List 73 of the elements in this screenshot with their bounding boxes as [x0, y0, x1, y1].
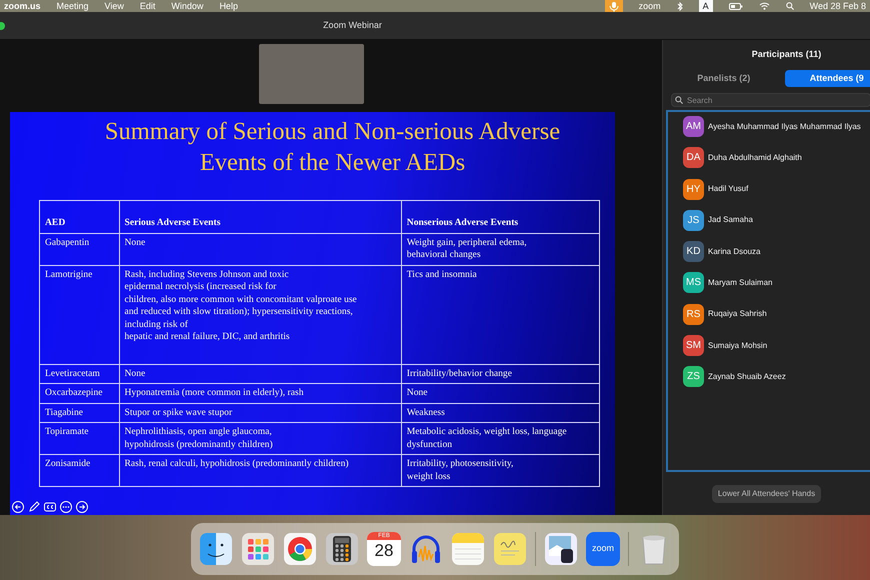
pen-icon[interactable]	[28, 501, 40, 513]
search-field[interactable]: Search	[671, 93, 870, 107]
avatar: DA	[683, 147, 704, 168]
avatar: MS	[683, 272, 704, 294]
status-label[interactable]: zoom	[638, 0, 661, 12]
table-cell: Zonisamide	[40, 454, 119, 486]
zoom-app[interactable]: zoom	[586, 532, 620, 566]
avatar: KD	[683, 241, 704, 262]
table-cell: Irritability/behavior change	[401, 364, 600, 384]
table-cell: Nephrolithiasis, open angle glaucoma, hypohidrosis (predominantly children)	[119, 422, 402, 454]
table-cell: Gabapentin	[40, 233, 119, 265]
battery-icon[interactable]	[728, 2, 743, 10]
calculator-icon[interactable]	[325, 532, 359, 566]
table-cell: Rash, including Stevens Johnson and toxic epidermal necrolysis (increased risk for children, also more common with concomitant valproate use and reduced with slow titration); hypersensitivity reactions, including risk of hepatic and renal failure, DIC, and arthritis	[119, 265, 402, 364]
table-cell: Irritability, photosensitivity, weight loss	[401, 454, 600, 486]
avatar: RS	[683, 304, 704, 325]
tab[interactable]: Attendees (9	[784, 70, 870, 87]
menu-item[interactable]: Window	[171, 0, 204, 12]
table-cell: Tics and insomnia	[401, 265, 600, 364]
menu-item[interactable]: Meeting	[56, 0, 89, 12]
attendee-name: Ayesha Muhammad Ilyas Muhammad Ilyas	[708, 120, 861, 132]
column-header: Serious Adverse Events	[119, 200, 402, 233]
column-header: Nonserious Adverse Events	[401, 200, 600, 233]
app-menu[interactable]: zoom.us	[4, 0, 41, 12]
preview-icon[interactable]	[544, 532, 578, 566]
table-cell: Rash, renal calculi, hypohidrosis (predominantly children)	[119, 454, 402, 486]
browser-icon[interactable]	[283, 532, 317, 566]
table-cell: Hyponatremia (more common in elderly), rash	[119, 384, 402, 403]
table-cell: Topiramate	[40, 422, 119, 454]
table-cell: None	[119, 233, 402, 265]
attendee-name: Karina Dsouza	[708, 246, 760, 258]
table-cell: Levetiracetam	[40, 364, 119, 384]
attendee-name: Hadil Yusuf	[708, 183, 748, 196]
bluetooth-icon[interactable]	[676, 2, 683, 10]
avatar: ZS	[683, 366, 704, 388]
table-cell: Metabolic acidosis, weight loss, language dysfunction	[401, 422, 600, 454]
tab[interactable]: Panelists (2)	[691, 70, 756, 87]
avatar: SM	[683, 335, 704, 356]
finder-icon[interactable]	[199, 532, 233, 566]
menu-item[interactable]: Edit	[140, 0, 156, 12]
search-icon[interactable]	[786, 2, 794, 10]
more-icon[interactable]	[60, 501, 72, 513]
table-cell: None	[401, 384, 600, 403]
table-cell: Stupor or spike wave stupor	[119, 403, 402, 422]
wifi-icon[interactable]	[758, 2, 770, 10]
search-icon	[675, 96, 683, 104]
attendee-name: Ruqaiya Sahrish	[708, 308, 767, 320]
captions-icon[interactable]	[44, 501, 56, 513]
attendee-name: Sumaiya Mohsin	[708, 340, 768, 352]
menu-bar-clock[interactable]: Wed 28 Feb 8	[810, 0, 866, 12]
window-title: Zoom Webinar	[322, 18, 383, 32]
menu-item[interactable]: View	[104, 0, 124, 12]
lower-hands-button[interactable]: Lower All Attendees' Hands	[712, 485, 822, 503]
attendee-name: Zaynab Shuaib Azeez	[708, 370, 786, 383]
microphone-icon[interactable]	[604, 0, 623, 12]
avatar: JS	[683, 210, 704, 231]
table-cell: None	[119, 364, 402, 384]
app-grid-icon[interactable]	[241, 532, 275, 566]
column-header: AED	[40, 200, 119, 233]
slide-title: Summary of Serious and Non-serious Adverse Events of the Newer AEDs	[104, 117, 562, 178]
table-cell: Weight gain, peripheral edema, behavioral changes	[401, 233, 600, 265]
avatar: HY	[683, 178, 704, 200]
table-cell: Oxcarbazepine	[40, 384, 119, 403]
table-cell: Weakness	[401, 403, 600, 422]
table-cell: Lamotrigine	[40, 265, 119, 364]
avatar: AM	[683, 116, 704, 137]
attendee-name: Maryam Sulaiman	[708, 276, 772, 289]
menu-item[interactable]: Help	[219, 0, 238, 12]
input-source-indicator[interactable]: A	[698, 0, 713, 12]
panel-title: Participants (11)	[750, 48, 822, 61]
attendee-name: Jad Samaha	[708, 214, 753, 226]
attendee-name: Duha Abdulhamid Alghaith	[708, 152, 802, 164]
table-cell: Tiagabine	[40, 403, 119, 422]
